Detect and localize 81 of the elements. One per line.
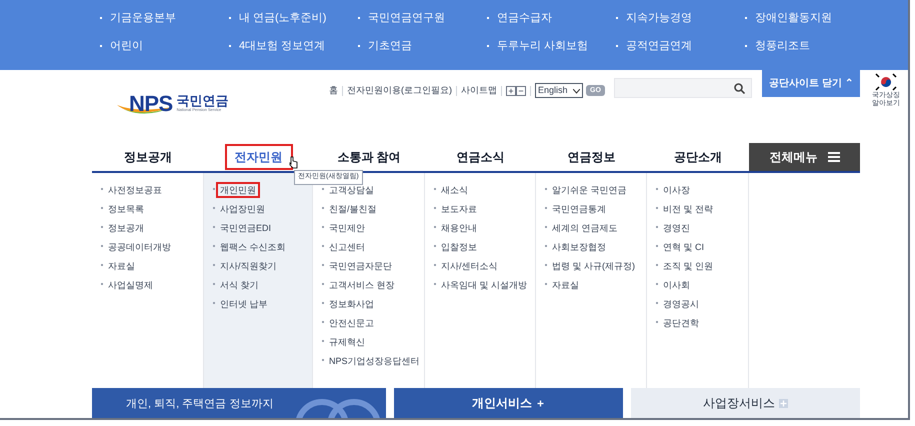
utility-link[interactable]: 전자민원이용(로그인필요) [347,84,452,98]
site-link[interactable]: 두루누리 사회보험 [497,38,588,54]
submenu-link[interactable]: 자료실 [550,277,581,293]
plus-icon [536,398,546,408]
submenu-link[interactable]: 인터넷 납부 [218,296,270,312]
flag-icon [874,72,898,92]
utility-link[interactable]: 홈 [329,84,338,98]
service-tab[interactable]: 사업장서비스 [631,388,860,418]
site-link[interactable]: 청풍리조트 [755,38,810,54]
site-link[interactable]: 내 연금(노후준비) [239,10,326,26]
submenu-link[interactable]: 서식 찾기 [218,277,261,293]
submenu-link[interactable]: 연혁 및 CI [661,239,706,255]
submenu-link[interactable]: 안전신문고 [327,315,376,331]
site-link[interactable]: 기초연금 [368,38,412,54]
site-link[interactable]: 어린이 [110,38,143,54]
submenu-link[interactable]: 법령 및 사규(제규정) [550,258,637,274]
nav-tab[interactable]: 정보공개 [114,144,182,170]
submenu-link[interactable]: 지사/직원찾기 [218,258,279,274]
submenu-link[interactable]: 공단견학 [661,315,701,331]
submenu-link[interactable]: 국민연금EDI [218,220,274,236]
submenu-link[interactable]: 알기쉬운 국민연금 [550,182,629,198]
hand-cursor-icon [289,156,298,169]
nav-tab[interactable]: 소통과 참여 [327,144,411,170]
banner-text: 개인, 퇴직, 주택연금 정보까지 [126,397,274,412]
nav-tab[interactable]: 전자민원 [224,144,292,170]
all-menu-button[interactable]: 전체메뉴 [749,143,860,171]
submenu-link[interactable]: 보도자료 [439,201,479,217]
utility-link[interactable]: 사이트맵 [461,84,497,98]
site-link[interactable]: 지속가능경영 [626,10,692,26]
search-field[interactable] [614,78,752,98]
submenu-link[interactable]: 고객서비스 현장 [327,277,397,293]
site-link[interactable]: 기금운용본부 [110,10,176,26]
nav-tab[interactable]: 연금정보 [558,144,626,170]
submenu-link[interactable]: 고객상담실 [327,182,376,198]
caret-icon [573,89,580,94]
submenu-link[interactable]: 경영공시 [661,296,701,312]
service-tab[interactable]: 개인서비스 [394,388,624,418]
submenu-link[interactable]: 친절/불친절 [327,201,379,217]
submenu-link[interactable]: 공공데이터개방 [106,239,173,255]
font-size-button[interactable]: + [506,86,516,96]
close-sites-button[interactable]: 공단사이트 닫기 ⌃ [762,70,860,97]
site-link[interactable]: 장애인활동지원 [755,10,832,26]
submenu-link[interactable]: 새소식 [439,182,470,198]
site-link[interactable]: 국민연금연구원 [368,10,445,26]
submenu-link[interactable]: 신고센터 [327,239,367,255]
submenu-link[interactable]: 세계의 연금제도 [550,220,620,236]
submenu-link[interactable]: 조직 및 인원 [661,258,716,274]
submenu-link[interactable]: 채용안내 [439,220,479,236]
submenu-link[interactable]: 입찰정보 [439,239,479,255]
plus-icon [779,398,788,408]
submenu-link[interactable]: 사옥임대 및 시설개방 [439,277,530,293]
submenu-link[interactable]: 국민연금통계 [550,201,608,217]
submenu-link[interactable]: 자료실 [106,258,137,274]
site-link[interactable]: 공적연금연계 [626,38,692,54]
nav-tab[interactable]: 공단소개 [664,144,732,170]
menu-icon [828,152,840,162]
submenu-link[interactable]: 국민제안 [327,220,367,236]
site-link[interactable]: 연금수급자 [497,10,552,26]
submenu-link[interactable]: NPS기업성장응답센터 [327,353,422,369]
submenu-link[interactable]: 사업실명제 [106,277,155,293]
submenu-link[interactable]: 정보화사업 [327,296,376,312]
font-size-button[interactable]: − [516,86,526,96]
search-icon [734,82,745,94]
submenu-link[interactable]: 웹팩스 수신조회 [218,239,288,255]
submenu-link[interactable]: 경영진 [661,220,692,236]
submenu-link[interactable]: 국민연금자문단 [327,258,394,274]
submenu-link[interactable]: 규제혁신 [327,334,367,350]
submenu-link[interactable]: 사회보장협정 [550,239,608,255]
submenu-link[interactable]: 개인민원 [216,182,260,198]
promo-banner[interactable]: 개인, 퇴직, 주택연금 정보까지 [92,388,386,418]
submenu-link[interactable]: 이사장 [661,182,692,198]
submenu-link[interactable]: 이사회 [661,277,692,293]
submenu-link[interactable]: 지사/센터소식 [439,258,500,274]
nav-tab[interactable]: 연금소식 [446,144,514,170]
submenu-link[interactable]: 정보목록 [106,201,146,217]
submenu-link[interactable]: 사전정보공표 [106,182,164,198]
submenu-link[interactable]: 비전 및 전략 [661,201,716,217]
language-select[interactable]: English [535,83,583,98]
submenu-link[interactable]: 정보공개 [106,220,146,236]
site-link[interactable]: 4대보험 정보연계 [239,38,326,54]
submenu-link[interactable]: 사업장민원 [218,201,267,217]
